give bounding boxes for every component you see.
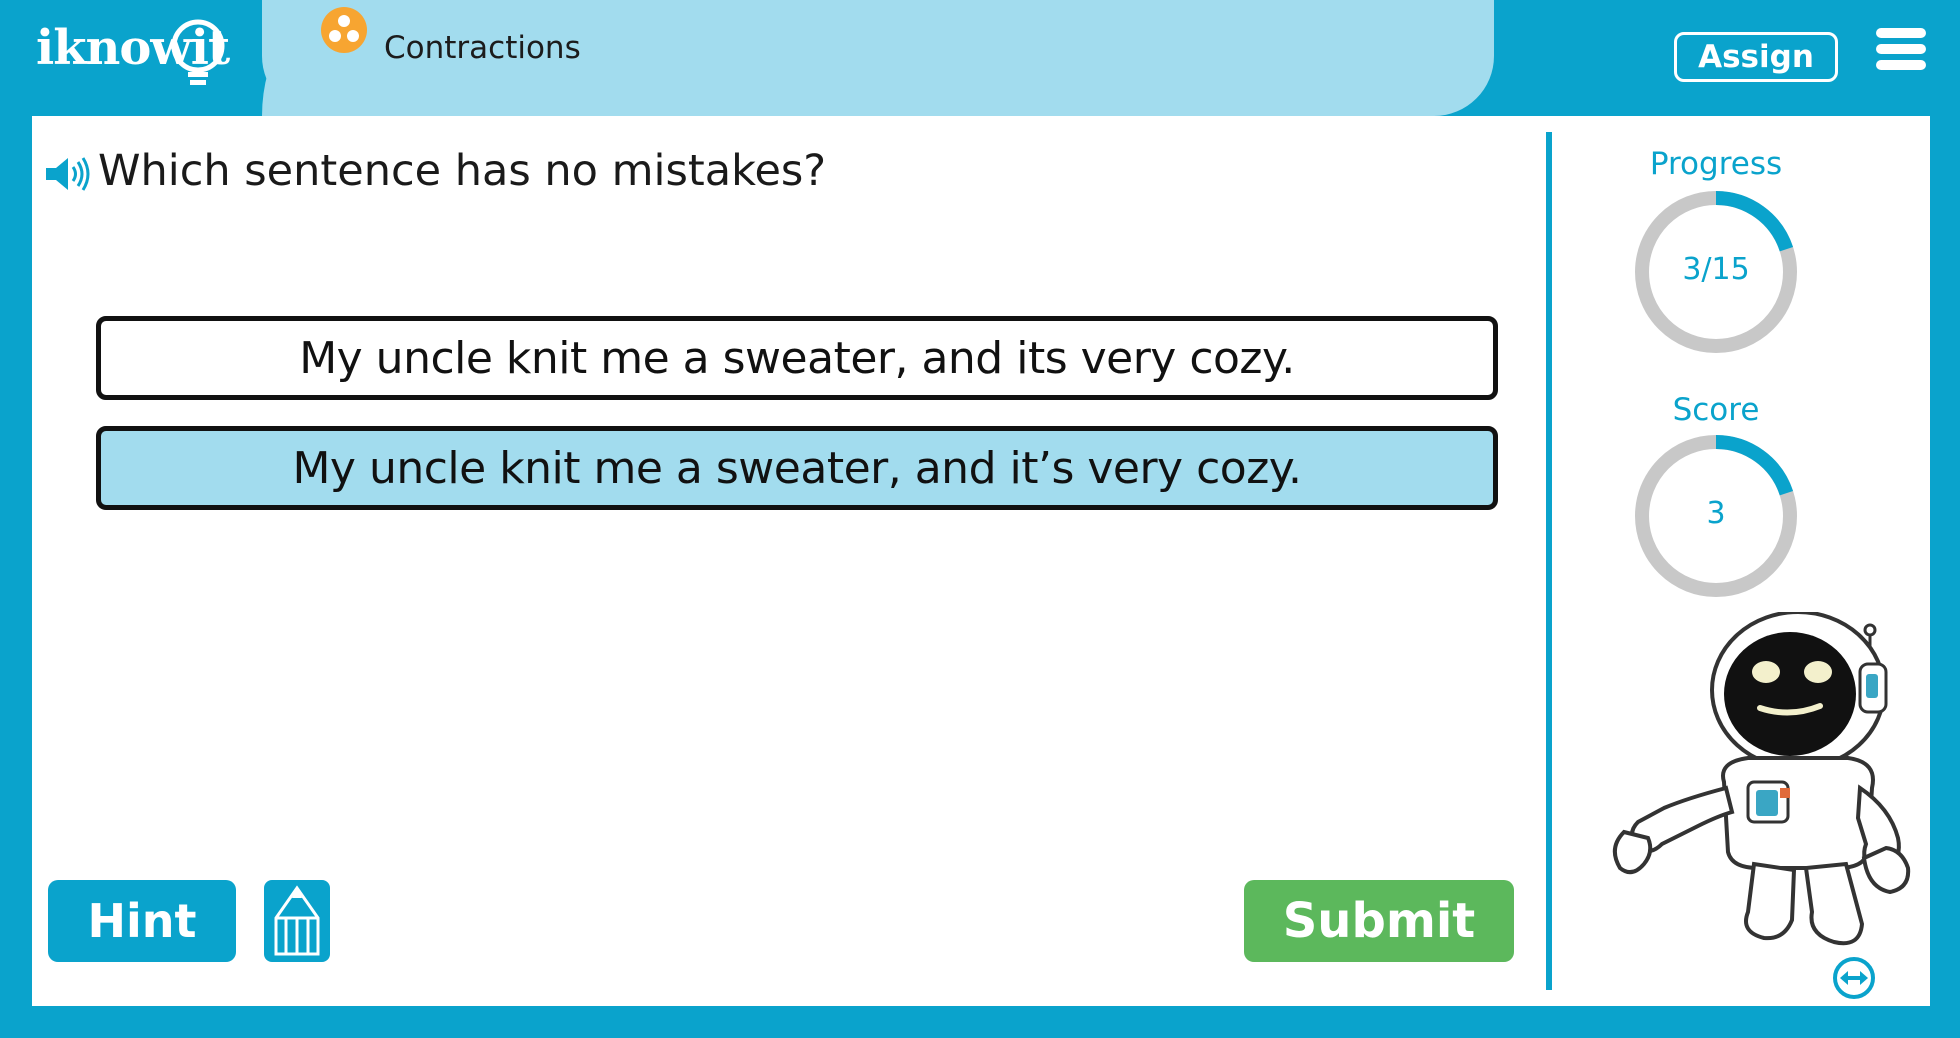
question-panel: Which sentence has no mistakes? My uncle…: [32, 116, 1930, 1006]
lightbulb-icon: [171, 19, 225, 85]
speaker-icon[interactable]: [44, 156, 90, 192]
answer-option-2-selected[interactable]: My uncle knit me a sweater, and it’s ver…: [96, 426, 1498, 510]
hamburger-menu-icon[interactable]: [1876, 28, 1926, 72]
iknowit-logo[interactable]: iknowit: [36, 14, 236, 94]
submit-button[interactable]: Submit: [1244, 880, 1514, 962]
scratchpad-button[interactable]: [264, 880, 330, 962]
score-label: Score: [1672, 392, 1760, 428]
sidebar-divider: [1546, 132, 1552, 990]
expand-arrows-icon[interactable]: [1832, 956, 1876, 1000]
topic-title: Contractions: [384, 30, 581, 66]
top-bar: iknowit Contractions Assign: [0, 0, 1960, 116]
astronaut-mascot: [1612, 612, 1911, 946]
pencil-icon: [274, 885, 320, 956]
progress-label: Progress: [1649, 146, 1783, 182]
topic-dots-icon: [321, 7, 367, 53]
progress-value: 3/15: [1682, 252, 1750, 287]
score-value: 3: [1706, 496, 1726, 531]
hint-button[interactable]: Hint: [48, 880, 236, 962]
question-text: Which sentence has no mistakes?: [98, 146, 827, 196]
assign-button[interactable]: Assign: [1674, 32, 1838, 82]
answer-option-1[interactable]: My uncle knit me a sweater, and its very…: [96, 316, 1498, 400]
